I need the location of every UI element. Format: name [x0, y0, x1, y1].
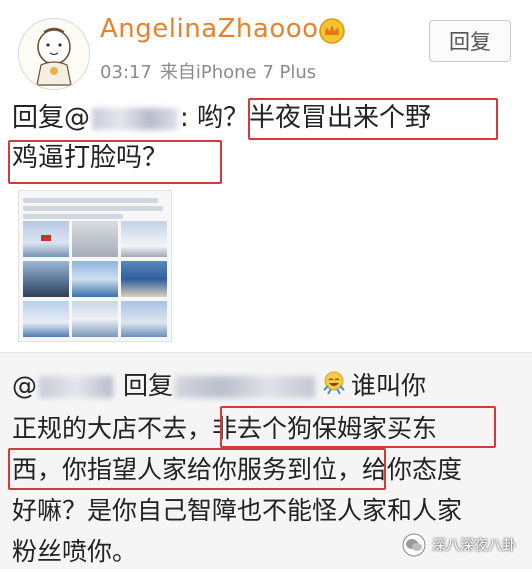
quoted-post-thumbnail[interactable] — [18, 190, 172, 342]
reply-button[interactable]: 回复 — [429, 20, 511, 62]
post-source: 来自iPhone 7 Plus — [159, 62, 317, 83]
highlight-box — [248, 98, 498, 140]
photo-thumb — [72, 261, 118, 297]
username[interactable]: AngelinaZhaoooo — [100, 14, 335, 44]
post-meta: 03:17 来自iPhone 7 Plus — [100, 58, 316, 84]
photo-thumb — [72, 221, 118, 257]
photo-thumb — [121, 301, 167, 337]
avatar[interactable] — [18, 18, 90, 90]
comment-line5: 粉丝喷你。 — [12, 536, 138, 566]
blurred-mention — [174, 376, 315, 398]
thumbnail-text-lines — [23, 195, 167, 222]
comment-line4: 好嘛？是你自己智障也不能怪人家和人家 — [12, 495, 463, 525]
photo-thumb — [23, 301, 69, 337]
blurred-mention — [92, 107, 179, 130]
highlight-box — [8, 140, 222, 184]
emoji-laughing-icon — [321, 367, 347, 408]
watermark: 深八深夜八卦 — [402, 530, 516, 560]
comment-at: @ — [12, 371, 37, 400]
photo-thumb — [23, 221, 69, 257]
comment-line1-tail: 谁叫你 — [350, 371, 426, 400]
reply-prefix: 回复@ — [12, 103, 91, 133]
thumbnail-photo-grid — [23, 221, 167, 337]
highlight-box — [220, 406, 496, 448]
comment-reply-word: 回复 — [122, 371, 173, 400]
photo-thumb — [72, 301, 118, 337]
photo-thumb — [121, 221, 167, 257]
watermark-text: 深八深夜八卦 — [432, 538, 516, 554]
blurred-username — [39, 376, 113, 398]
photo-thumb — [23, 261, 69, 297]
weibo-post: AngelinaZhaoooo 03:17 来自iPhone 7 Plus 回复 … — [0, 0, 532, 352]
crown-icon — [319, 18, 345, 44]
avatar-cartoon-icon — [19, 19, 89, 89]
post-time: 03:17 — [100, 62, 152, 83]
wechat-logo-icon — [402, 533, 426, 557]
photo-thumb — [121, 261, 167, 297]
highlight-box — [8, 448, 386, 490]
